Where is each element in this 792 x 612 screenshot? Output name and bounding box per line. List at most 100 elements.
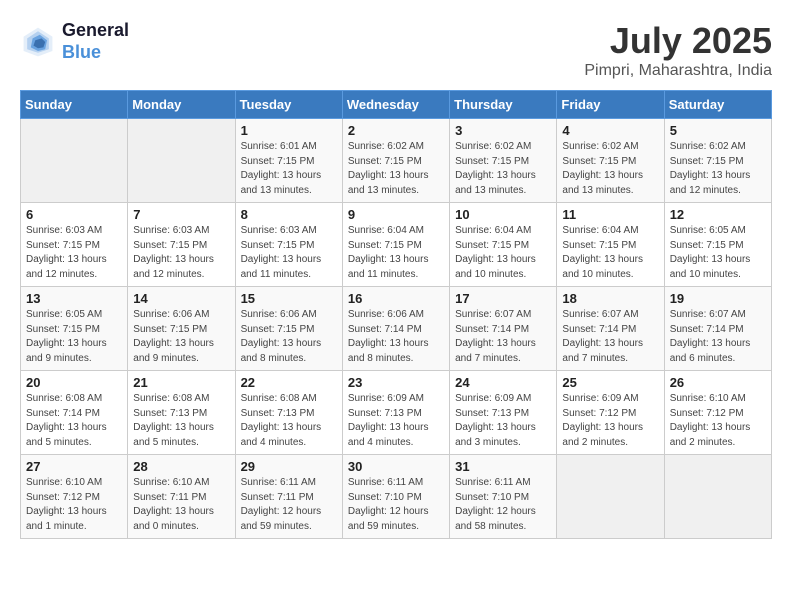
day-number: 3 — [455, 123, 551, 138]
weekday-header: Sunday — [21, 91, 128, 119]
calendar-cell: 6 Sunrise: 6:03 AM Sunset: 7:15 PM Daylig… — [21, 203, 128, 287]
day-number: 29 — [241, 459, 337, 474]
calendar-cell: 26 Sunrise: 6:10 AM Sunset: 7:12 PM Dayli… — [664, 371, 771, 455]
day-number: 9 — [348, 207, 444, 222]
calendar-cell: 17Sunrise: 6:07 AM Sunset: 7:14 PM Dayli… — [450, 287, 557, 371]
day-number: 27 — [26, 459, 122, 474]
logo-line1: General — [62, 20, 129, 42]
day-number: 28 — [133, 459, 229, 474]
day-info: Sunrise: 6:07 AM Sunset: 7:14 PM Dayligh… — [562, 308, 658, 366]
calendar-cell: 15 Sunrise: 6:06 AM Sunset: 7:15 PM Dayli… — [235, 287, 342, 371]
weekday-header: Friday — [557, 91, 664, 119]
calendar-cell: 24 Sunrise: 6:09 AM Sunset: 7:13 PM Dayli… — [450, 371, 557, 455]
day-number: 6 — [26, 207, 122, 222]
calendar-cell: 14 Sunrise: 6:06 AM Sunset: 7:15 PM Dayli… — [128, 287, 235, 371]
calendar-cell: 25 Sunrise: 6:09 AM Sunset: 7:12 PM Dayli… — [557, 371, 664, 455]
day-info: Sunrise: 6:06 AM Sunset: 7:14 PM Dayligh… — [348, 308, 444, 366]
day-info: Sunrise: 6:06 AM Sunset: 7:15 PM Dayligh… — [133, 308, 229, 366]
day-number: 25 — [562, 375, 658, 390]
calendar-week-row: 6 Sunrise: 6:03 AM Sunset: 7:15 PM Daylig… — [21, 203, 772, 287]
day-info: Sunrise: 6:06 AM Sunset: 7:15 PM Dayligh… — [241, 308, 337, 366]
calendar-cell: 18 Sunrise: 6:07 AM Sunset: 7:14 PM Dayli… — [557, 287, 664, 371]
day-number: 30 — [348, 459, 444, 474]
day-info: Sunrise: 6:05 AM Sunset: 7:15 PM Dayligh… — [26, 308, 122, 366]
day-number: 31 — [455, 459, 551, 474]
calendar-cell: 16 Sunrise: 6:06 AM Sunset: 7:14 PM Dayli… — [342, 287, 449, 371]
day-info: Sunrise: 6:11 AM Sunset: 7:11 PM Dayligh… — [241, 476, 337, 534]
day-number: 15 — [241, 291, 337, 306]
day-info: Sunrise: 6:09 AM Sunset: 7:12 PM Dayligh… — [562, 392, 658, 450]
day-number: 7 — [133, 207, 229, 222]
calendar-cell: 5 Sunrise: 6:02 AM Sunset: 7:15 PM Daylig… — [664, 119, 771, 203]
day-number: 26 — [670, 375, 766, 390]
day-number: 18 — [562, 291, 658, 306]
logo: General Blue — [20, 20, 129, 63]
calendar-week-row: 27 Sunrise: 6:10 AM Sunset: 7:12 PM Dayli… — [21, 455, 772, 539]
day-number: 5 — [670, 123, 766, 138]
calendar-cell: 13 Sunrise: 6:05 AM Sunset: 7:15 PM Dayli… — [21, 287, 128, 371]
calendar-cell: 11 Sunrise: 6:04 AM Sunset: 7:15 PM Dayli… — [557, 203, 664, 287]
calendar-table: SundayMondayTuesdayWednesdayThursdayFrid… — [20, 90, 772, 539]
day-number: 21 — [133, 375, 229, 390]
day-number: 11 — [562, 207, 658, 222]
day-number: 13 — [26, 291, 122, 306]
logo-icon — [20, 24, 56, 60]
calendar-week-row: 20Sunrise: 6:08 AM Sunset: 7:14 PM Dayli… — [21, 371, 772, 455]
logo-line2: Blue — [62, 42, 129, 64]
weekday-header: Wednesday — [342, 91, 449, 119]
day-number: 12 — [670, 207, 766, 222]
calendar-cell: 28 Sunrise: 6:10 AM Sunset: 7:11 PM Dayli… — [128, 455, 235, 539]
calendar-week-row: 1Sunrise: 6:01 AM Sunset: 7:15 PM Daylig… — [21, 119, 772, 203]
day-number: 10 — [455, 207, 551, 222]
day-info: Sunrise: 6:08 AM Sunset: 7:13 PM Dayligh… — [133, 392, 229, 450]
weekday-header: Saturday — [664, 91, 771, 119]
calendar-cell: 19 Sunrise: 6:07 AM Sunset: 7:14 PM Dayli… — [664, 287, 771, 371]
day-info: Sunrise: 6:10 AM Sunset: 7:12 PM Dayligh… — [26, 476, 122, 534]
day-number: 1 — [241, 123, 337, 138]
calendar-cell: 2Sunrise: 6:02 AM Sunset: 7:15 PM Daylig… — [342, 119, 449, 203]
day-number: 16 — [348, 291, 444, 306]
day-info: Sunrise: 6:04 AM Sunset: 7:15 PM Dayligh… — [348, 224, 444, 282]
calendar-cell: 27 Sunrise: 6:10 AM Sunset: 7:12 PM Dayli… — [21, 455, 128, 539]
day-number: 14 — [133, 291, 229, 306]
calendar-cell: 8Sunrise: 6:03 AM Sunset: 7:15 PM Daylig… — [235, 203, 342, 287]
calendar-cell: 30 Sunrise: 6:11 AM Sunset: 7:10 PM Dayli… — [342, 455, 449, 539]
title-block: July 2025 Pimpri, Maharashtra, India — [584, 20, 772, 80]
day-info: Sunrise: 6:03 AM Sunset: 7:15 PM Dayligh… — [241, 224, 337, 282]
calendar-cell: 31Sunrise: 6:11 AM Sunset: 7:10 PM Dayli… — [450, 455, 557, 539]
calendar-cell: 7 Sunrise: 6:03 AM Sunset: 7:15 PM Daylig… — [128, 203, 235, 287]
calendar-cell: 22Sunrise: 6:08 AM Sunset: 7:13 PM Dayli… — [235, 371, 342, 455]
weekday-header-row: SundayMondayTuesdayWednesdayThursdayFrid… — [21, 91, 772, 119]
calendar-cell: 23Sunrise: 6:09 AM Sunset: 7:13 PM Dayli… — [342, 371, 449, 455]
day-info: Sunrise: 6:10 AM Sunset: 7:11 PM Dayligh… — [133, 476, 229, 534]
calendar-cell: 20Sunrise: 6:08 AM Sunset: 7:14 PM Dayli… — [21, 371, 128, 455]
day-info: Sunrise: 6:11 AM Sunset: 7:10 PM Dayligh… — [348, 476, 444, 534]
location: Pimpri, Maharashtra, India — [584, 62, 772, 80]
month-year: July 2025 — [584, 20, 772, 62]
day-info: Sunrise: 6:04 AM Sunset: 7:15 PM Dayligh… — [455, 224, 551, 282]
day-number: 4 — [562, 123, 658, 138]
day-info: Sunrise: 6:10 AM Sunset: 7:12 PM Dayligh… — [670, 392, 766, 450]
day-number: 19 — [670, 291, 766, 306]
calendar-cell — [128, 119, 235, 203]
calendar-cell: 1Sunrise: 6:01 AM Sunset: 7:15 PM Daylig… — [235, 119, 342, 203]
day-number: 24 — [455, 375, 551, 390]
calendar-cell: 21 Sunrise: 6:08 AM Sunset: 7:13 PM Dayli… — [128, 371, 235, 455]
weekday-header: Thursday — [450, 91, 557, 119]
calendar-cell — [557, 455, 664, 539]
day-info: Sunrise: 6:04 AM Sunset: 7:15 PM Dayligh… — [562, 224, 658, 282]
calendar-cell — [664, 455, 771, 539]
page-header: General Blue July 2025 Pimpri, Maharasht… — [20, 20, 772, 80]
day-info: Sunrise: 6:03 AM Sunset: 7:15 PM Dayligh… — [133, 224, 229, 282]
calendar-cell: 29 Sunrise: 6:11 AM Sunset: 7:11 PM Dayli… — [235, 455, 342, 539]
day-info: Sunrise: 6:02 AM Sunset: 7:15 PM Dayligh… — [348, 140, 444, 198]
day-info: Sunrise: 6:02 AM Sunset: 7:15 PM Dayligh… — [670, 140, 766, 198]
day-number: 20 — [26, 375, 122, 390]
day-info: Sunrise: 6:07 AM Sunset: 7:14 PM Dayligh… — [670, 308, 766, 366]
calendar-cell — [21, 119, 128, 203]
day-info: Sunrise: 6:09 AM Sunset: 7:13 PM Dayligh… — [455, 392, 551, 450]
calendar-cell: 4Sunrise: 6:02 AM Sunset: 7:15 PM Daylig… — [557, 119, 664, 203]
day-info: Sunrise: 6:08 AM Sunset: 7:13 PM Dayligh… — [241, 392, 337, 450]
day-info: Sunrise: 6:03 AM Sunset: 7:15 PM Dayligh… — [26, 224, 122, 282]
weekday-header: Monday — [128, 91, 235, 119]
